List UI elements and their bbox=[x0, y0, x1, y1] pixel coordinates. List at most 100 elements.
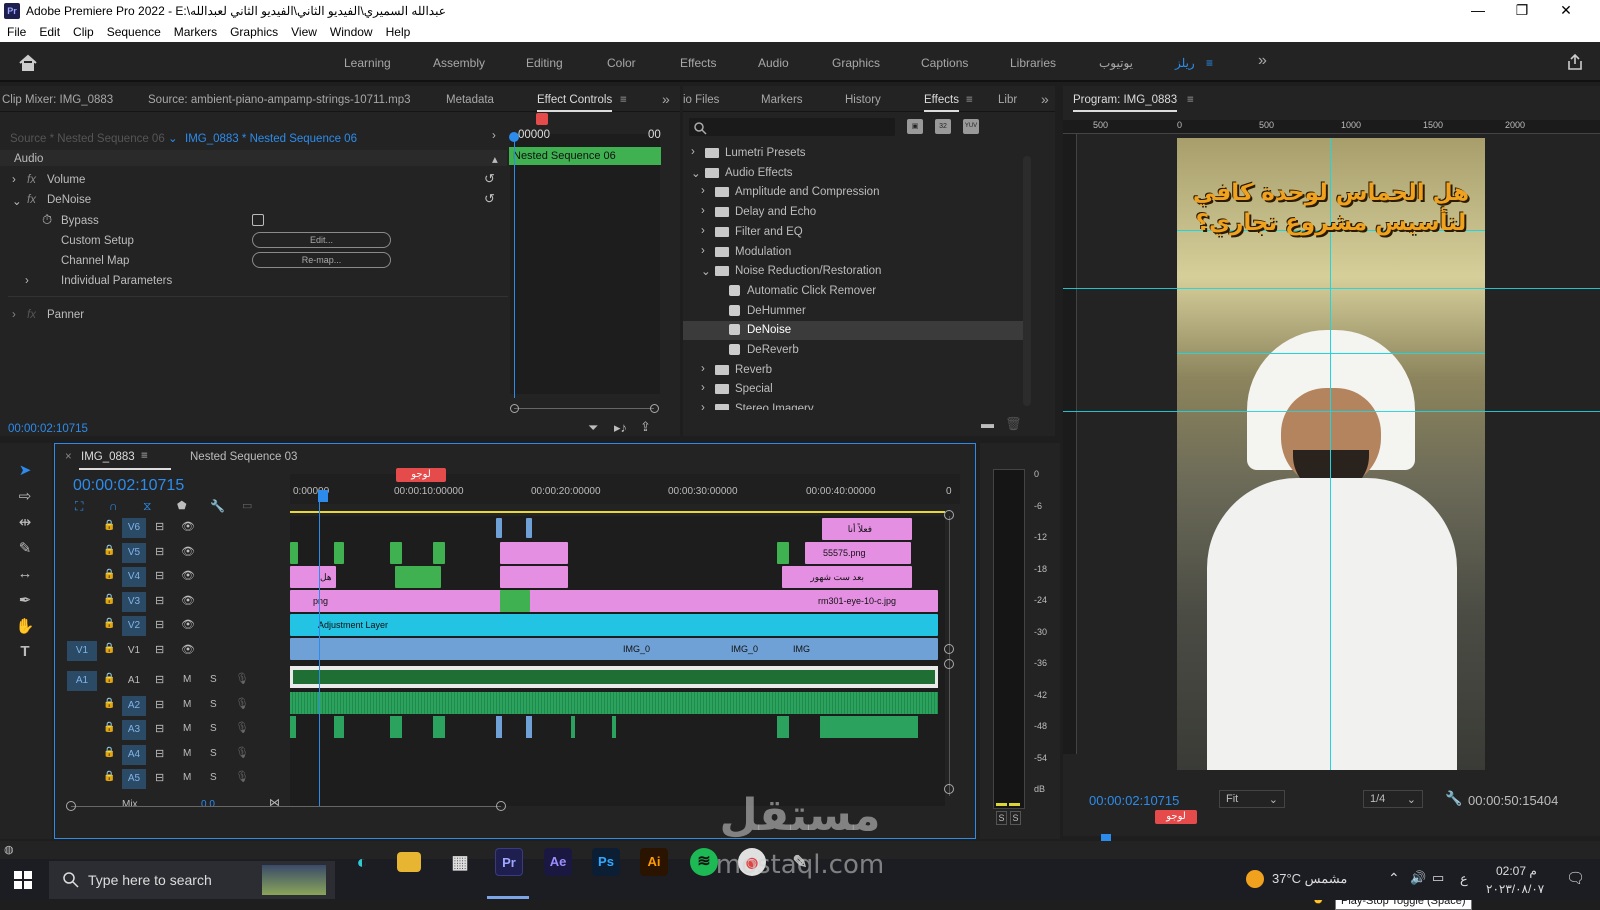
store-icon[interactable]: ▦ bbox=[446, 848, 474, 876]
microphone-icon[interactable]: 🎙 bbox=[235, 697, 249, 710]
captions-icon[interactable]: ▭ bbox=[242, 499, 252, 512]
scroll-handle[interactable] bbox=[944, 644, 954, 654]
scroll-handle[interactable] bbox=[944, 784, 954, 794]
sync-lock-icon[interactable]: ⊟ bbox=[155, 747, 164, 760]
panel-overflow-button[interactable]: » bbox=[662, 91, 670, 107]
source-dropdown[interactable]: Source * Nested Sequence 06 bbox=[10, 133, 165, 145]
filter-icon[interactable]: ⏷ bbox=[588, 420, 598, 436]
lock-icon[interactable]: 🔒 bbox=[103, 771, 115, 782]
export-icon[interactable]: ⇪ bbox=[640, 419, 651, 435]
windows-start-icon[interactable] bbox=[14, 871, 32, 889]
close-tab-icon[interactable]: × bbox=[65, 451, 72, 463]
workspace-graphics[interactable]: Graphics bbox=[832, 56, 880, 70]
file-explorer-icon[interactable] bbox=[397, 852, 421, 872]
mute-button[interactable]: M bbox=[183, 674, 191, 685]
panel-menu-icon[interactable]: ≡ bbox=[1187, 94, 1194, 106]
add-marker-icon[interactable]: ⬟ bbox=[177, 499, 187, 512]
scroll-handle[interactable] bbox=[944, 510, 954, 520]
mix-value[interactable]: 0.0 bbox=[201, 799, 215, 810]
lock-icon[interactable]: 🔒 bbox=[103, 520, 115, 531]
zoom-handle-right[interactable] bbox=[650, 404, 659, 413]
volume-icon[interactable]: 🔊 bbox=[1410, 870, 1426, 886]
expand-volume-icon[interactable]: › bbox=[12, 174, 16, 186]
audio-mixer-icon[interactable]: ⋈ bbox=[269, 796, 280, 809]
panel-overflow-button[interactable]: » bbox=[1041, 91, 1049, 107]
type-tool[interactable]: T bbox=[14, 643, 36, 663]
chevron-right-icon[interactable]: › bbox=[701, 225, 705, 237]
clock-time[interactable]: 02:07 م bbox=[1496, 864, 1537, 878]
source-patch[interactable] bbox=[67, 518, 97, 538]
effects-tree-item[interactable]: DeReverb bbox=[683, 341, 1023, 360]
track-target[interactable]: A2 bbox=[122, 695, 146, 716]
clip[interactable] bbox=[777, 542, 789, 564]
tab-libraries[interactable]: Libr bbox=[998, 94, 1017, 106]
program-marker[interactable]: لوجو bbox=[1155, 810, 1197, 824]
lock-icon[interactable]: 🔒 bbox=[103, 698, 115, 709]
mute-button[interactable]: M bbox=[183, 772, 191, 783]
menu-help[interactable]: Help bbox=[379, 22, 417, 39]
timeline-timecode[interactable]: 00:00:02:10715 bbox=[73, 477, 184, 495]
work-area-bar[interactable] bbox=[290, 511, 945, 513]
audio-clip[interactable] bbox=[290, 716, 296, 738]
mute-button[interactable]: M bbox=[183, 748, 191, 759]
workspace-menu-icon[interactable]: ≡ bbox=[1206, 56, 1213, 70]
lock-icon[interactable]: 🔒 bbox=[103, 673, 115, 684]
workspace-libraries[interactable]: Libraries bbox=[1010, 56, 1056, 70]
effects-tree-item[interactable]: ⌄ Noise Reduction/Restoration bbox=[683, 262, 1023, 281]
panel-menu-icon[interactable]: ≡ bbox=[966, 94, 973, 106]
audio-clip[interactable] bbox=[334, 716, 344, 738]
selection-tool[interactable]: ➤ bbox=[14, 461, 36, 481]
solo-button[interactable]: S bbox=[210, 699, 217, 710]
menu-view[interactable]: View bbox=[284, 22, 323, 39]
solo-button[interactable]: S bbox=[210, 723, 217, 734]
lock-icon[interactable]: 🔒 bbox=[103, 643, 115, 654]
microphone-icon[interactable]: 🎙 bbox=[235, 770, 249, 783]
menu-edit[interactable]: Edit bbox=[32, 22, 66, 39]
tab-source[interactable]: Source: ambient-piano-ampamp-strings-107… bbox=[148, 94, 411, 106]
reset-icon[interactable]: ↺ bbox=[484, 171, 495, 187]
source-patch[interactable]: V1 bbox=[67, 640, 97, 661]
lock-icon[interactable]: 🔒 bbox=[103, 747, 115, 758]
sync-lock-icon[interactable]: ⊟ bbox=[155, 643, 164, 656]
sync-lock-icon[interactable]: ⊟ bbox=[155, 569, 164, 582]
maximize-button[interactable]: ❐ bbox=[1502, 2, 1542, 20]
effects-tree-item[interactable]: › Reverb bbox=[683, 361, 1023, 380]
microphone-icon[interactable]: 🎙 bbox=[235, 721, 249, 734]
weather-text[interactable]: 37°C مشمس bbox=[1272, 871, 1347, 887]
workspace-learning[interactable]: Learning bbox=[344, 56, 391, 70]
panel-menu-icon[interactable]: ≡ bbox=[141, 450, 148, 462]
effects-scrollbar[interactable] bbox=[1023, 156, 1031, 406]
playhead-handle[interactable] bbox=[318, 490, 328, 502]
fit-dropdown[interactable]: Fit ⌄ bbox=[1219, 790, 1285, 808]
clip[interactable] bbox=[526, 518, 532, 538]
edit-button[interactable]: Edit... bbox=[252, 232, 391, 248]
clip[interactable] bbox=[500, 566, 568, 588]
effect-panner[interactable]: Panner bbox=[47, 309, 84, 321]
source-patch[interactable] bbox=[67, 567, 97, 587]
eye-icon[interactable]: 👁 bbox=[181, 569, 195, 582]
collapse-arrow-icon[interactable]: ▴ bbox=[492, 152, 498, 166]
source-patch[interactable] bbox=[67, 745, 97, 765]
solo-button[interactable]: S bbox=[210, 748, 217, 759]
clip[interactable] bbox=[500, 542, 568, 564]
menu-clip[interactable]: Clip bbox=[66, 22, 100, 39]
workspace-color[interactable]: Color bbox=[607, 56, 636, 70]
solo-right-button[interactable]: S bbox=[1010, 811, 1021, 825]
workspace-overflow-button[interactable]: » bbox=[1258, 52, 1267, 70]
tab-history[interactable]: History bbox=[845, 94, 881, 106]
vertical-scrollbar[interactable] bbox=[949, 516, 950, 796]
tab-nested-sequence-03[interactable]: Nested Sequence 03 bbox=[190, 451, 297, 463]
effects-tree-item[interactable]: › Modulation bbox=[683, 243, 1023, 262]
source-patch[interactable] bbox=[67, 592, 97, 612]
sync-lock-icon[interactable]: ⊟ bbox=[155, 618, 164, 631]
lock-icon[interactable]: 🔒 bbox=[103, 545, 115, 556]
chevron-right-icon[interactable]: › bbox=[701, 205, 705, 217]
fx-icon[interactable]: fx bbox=[27, 174, 36, 186]
clip[interactable]: rm301-eye-10-c.jpg bbox=[808, 590, 918, 612]
snap-icon[interactable]: ∩ bbox=[109, 499, 118, 513]
tab-markers[interactable]: Markers bbox=[761, 94, 803, 106]
track-select-tool[interactable]: ⇨ bbox=[14, 487, 36, 507]
lock-icon[interactable]: 🔒 bbox=[103, 722, 115, 733]
clip-adjustment-layer[interactable]: Adjustment Layer bbox=[290, 614, 938, 636]
wrench-icon[interactable]: 🔧 bbox=[210, 499, 225, 513]
